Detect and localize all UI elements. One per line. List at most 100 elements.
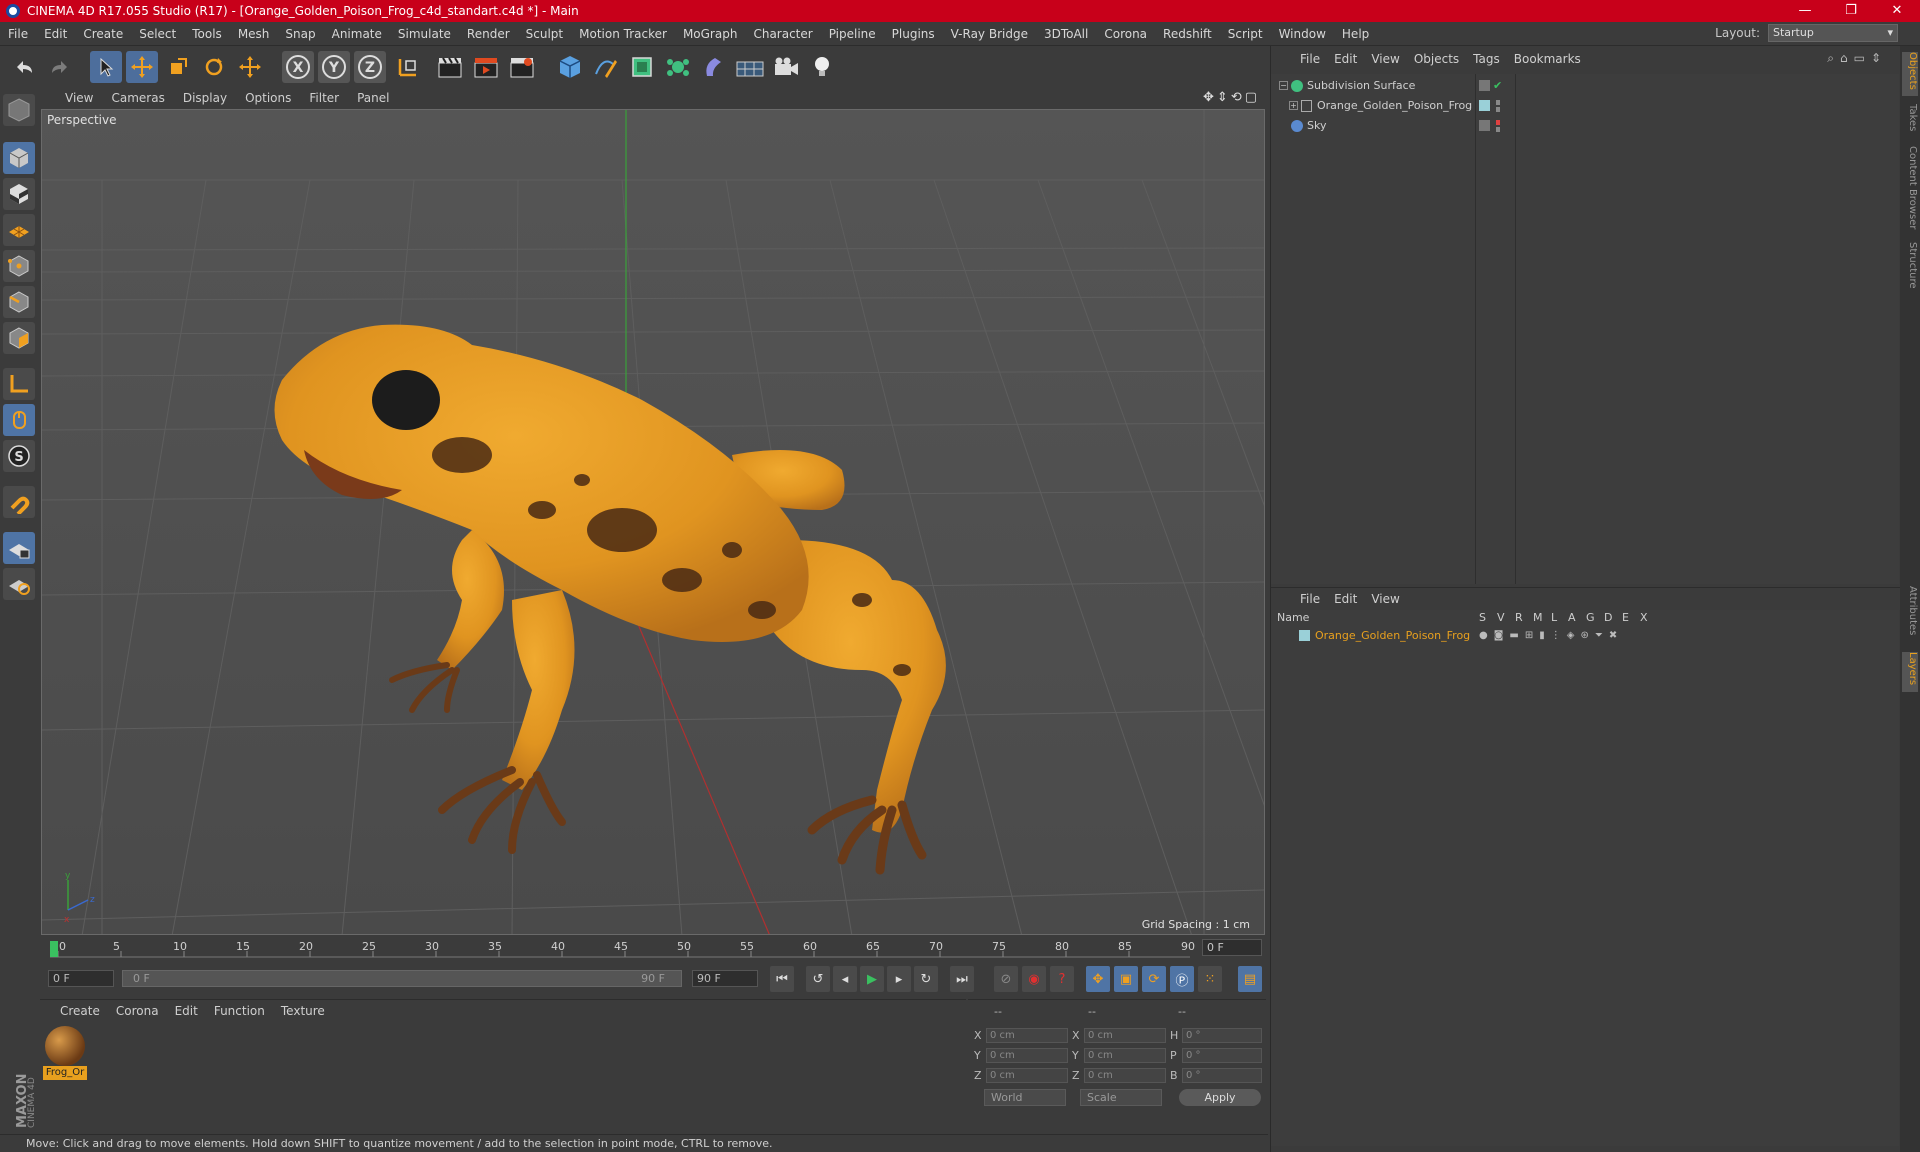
layer-toggle-icons[interactable]: ●◙▬⊞▮⋮◈⊛⏷✖ bbox=[1479, 626, 1623, 646]
points-mode-button[interactable] bbox=[3, 250, 35, 282]
menu-mograph[interactable]: MoGraph bbox=[675, 27, 746, 41]
menu-simulate[interactable]: Simulate bbox=[390, 27, 459, 41]
menu-snap[interactable]: Snap bbox=[277, 27, 323, 41]
visibility-dots-icon[interactable] bbox=[1496, 120, 1500, 132]
autokey-button[interactable]: ◉ bbox=[1022, 966, 1046, 992]
layer-row[interactable]: Orange_Golden_Poison_Frog ●◙▬⊞▮⋮◈⊛⏷✖ bbox=[1271, 626, 1899, 646]
object-menu-tags[interactable]: Tags bbox=[1466, 52, 1507, 66]
x-axis-lock-button[interactable]: X bbox=[282, 51, 314, 83]
restore-button[interactable]: ❐ bbox=[1828, 0, 1874, 22]
material-menu-edit[interactable]: Edit bbox=[167, 1004, 206, 1018]
menu-pipeline[interactable]: Pipeline bbox=[821, 27, 884, 41]
menu-motion-tracker[interactable]: Motion Tracker bbox=[571, 27, 675, 41]
key-parameter-button[interactable]: Ⓟ bbox=[1170, 966, 1194, 992]
menu-file[interactable]: File bbox=[0, 27, 36, 41]
recent-tool-button[interactable] bbox=[234, 51, 266, 83]
menu-edit[interactable]: Edit bbox=[36, 27, 75, 41]
pos-z-field[interactable]: 0 cm bbox=[986, 1068, 1068, 1083]
menu-select[interactable]: Select bbox=[131, 27, 184, 41]
apply-button[interactable]: Apply bbox=[1179, 1089, 1261, 1106]
keyframe-selection-button[interactable]: ? bbox=[1050, 966, 1074, 992]
material-menu-corona[interactable]: Corona bbox=[108, 1004, 167, 1018]
menu-mesh[interactable]: Mesh bbox=[230, 27, 278, 41]
tab-layers[interactable]: Layers bbox=[1902, 652, 1918, 692]
material-menu-texture[interactable]: Texture bbox=[273, 1004, 333, 1018]
next-key-button[interactable]: ↻ bbox=[914, 966, 938, 992]
menu-redshift[interactable]: Redshift bbox=[1155, 27, 1220, 41]
layer-tag-icon[interactable] bbox=[1479, 120, 1490, 131]
current-frame-display[interactable]: 0 F bbox=[1202, 939, 1262, 956]
tab-objects[interactable]: Objects bbox=[1902, 52, 1918, 96]
workplane-mode-button[interactable] bbox=[3, 214, 35, 246]
menu-vray-bridge[interactable]: V-Ray Bridge bbox=[943, 27, 1036, 41]
add-nurbs-button[interactable] bbox=[626, 51, 658, 83]
tab-content-browser[interactable]: Content Browser bbox=[1902, 146, 1918, 236]
object-row[interactable]: − Subdivision Surface ✔ bbox=[1271, 76, 1899, 96]
object-row[interactable]: Sky bbox=[1271, 116, 1899, 136]
menu-tools[interactable]: Tools bbox=[184, 27, 230, 41]
render-view-button[interactable] bbox=[434, 51, 466, 83]
make-editable-button[interactable] bbox=[3, 94, 35, 126]
tab-takes[interactable]: Takes bbox=[1902, 104, 1918, 140]
enable-snapping-button[interactable] bbox=[3, 486, 35, 518]
go-to-end-button[interactable]: ⏭ bbox=[950, 966, 974, 992]
viewport-menu-panel[interactable]: Panel bbox=[348, 91, 398, 105]
layer-color-icon[interactable] bbox=[1479, 100, 1490, 111]
add-environment-button[interactable] bbox=[734, 51, 766, 83]
layer-menu-view[interactable]: View bbox=[1364, 592, 1406, 606]
viewport-menu-filter[interactable]: Filter bbox=[300, 91, 348, 105]
start-frame-field[interactable]: 0 F bbox=[48, 970, 114, 987]
size-x-field[interactable]: 0 cm bbox=[1084, 1028, 1166, 1043]
viewport-navigation-icons[interactable]: ✥⇕⟲▢ bbox=[1203, 90, 1260, 105]
axis-mode-button[interactable] bbox=[3, 368, 35, 400]
edges-mode-button[interactable] bbox=[3, 286, 35, 318]
viewport-menu-display[interactable]: Display bbox=[174, 91, 236, 105]
pos-x-field[interactable]: 0 cm bbox=[986, 1028, 1068, 1043]
material-menu-create[interactable]: Create bbox=[52, 1004, 108, 1018]
redo-button[interactable] bbox=[44, 51, 76, 83]
tweak-mode-button[interactable] bbox=[3, 404, 35, 436]
pos-y-field[interactable]: 0 cm bbox=[986, 1048, 1068, 1063]
layer-color-swatch[interactable] bbox=[1299, 630, 1310, 641]
render-settings-button[interactable] bbox=[506, 51, 538, 83]
object-menu-view[interactable]: View bbox=[1364, 52, 1406, 66]
layout-select[interactable]: Startup bbox=[1768, 24, 1898, 42]
rot-p-field[interactable]: 0 ° bbox=[1182, 1048, 1262, 1063]
polygons-mode-button[interactable] bbox=[3, 322, 35, 354]
perspective-viewport[interactable]: y z x Perspective Grid Spacing : 1 cm bbox=[41, 109, 1265, 935]
z-axis-lock-button[interactable]: Z bbox=[354, 51, 386, 83]
previous-key-button[interactable]: ↺ bbox=[806, 966, 830, 992]
viewport-menu-options[interactable]: Options bbox=[236, 91, 300, 105]
key-rotation-button[interactable]: ⟳ bbox=[1142, 966, 1166, 992]
tab-attributes[interactable]: Attributes bbox=[1902, 586, 1918, 648]
menu-plugins[interactable]: Plugins bbox=[884, 27, 943, 41]
end-frame-field[interactable]: 90 F bbox=[692, 970, 758, 987]
key-position-button[interactable]: ✥ bbox=[1086, 966, 1110, 992]
playhead[interactable] bbox=[50, 941, 58, 957]
menu-window[interactable]: Window bbox=[1271, 27, 1334, 41]
object-row[interactable]: + Orange_Golden_Poison_Frog bbox=[1271, 96, 1899, 116]
coordinate-system-button[interactable] bbox=[392, 51, 424, 83]
rotate-tool-button[interactable] bbox=[198, 51, 230, 83]
menu-create[interactable]: Create bbox=[75, 27, 131, 41]
snap-button[interactable]: S bbox=[3, 440, 35, 472]
planar-workplane-button[interactable] bbox=[3, 568, 35, 600]
object-menu-bookmarks[interactable]: Bookmarks bbox=[1507, 52, 1588, 66]
object-manager-search-home-icons[interactable]: ⌕⌂▭⇕ bbox=[1827, 51, 1887, 66]
key-scale-button[interactable]: ▣ bbox=[1114, 966, 1138, 992]
timeline-button[interactable]: ▤ bbox=[1238, 966, 1262, 992]
add-cube-button[interactable] bbox=[554, 51, 586, 83]
size-mode-select[interactable]: Scale bbox=[1080, 1089, 1162, 1106]
object-menu-file[interactable]: File bbox=[1293, 52, 1327, 66]
menu-animate[interactable]: Animate bbox=[324, 27, 390, 41]
close-button[interactable]: ✕ bbox=[1874, 0, 1920, 22]
menu-script[interactable]: Script bbox=[1220, 27, 1271, 41]
material-swatch[interactable]: Frog_Or bbox=[43, 1026, 87, 1080]
rot-b-field[interactable]: 0 ° bbox=[1182, 1068, 1262, 1083]
add-deformer-button[interactable] bbox=[698, 51, 730, 83]
object-menu-objects[interactable]: Objects bbox=[1407, 52, 1466, 66]
menu-3dtoall[interactable]: 3DToAll bbox=[1036, 27, 1096, 41]
model-mode-button[interactable] bbox=[3, 142, 35, 174]
minimize-button[interactable]: — bbox=[1782, 0, 1828, 22]
rot-h-field[interactable]: 0 ° bbox=[1182, 1028, 1262, 1043]
